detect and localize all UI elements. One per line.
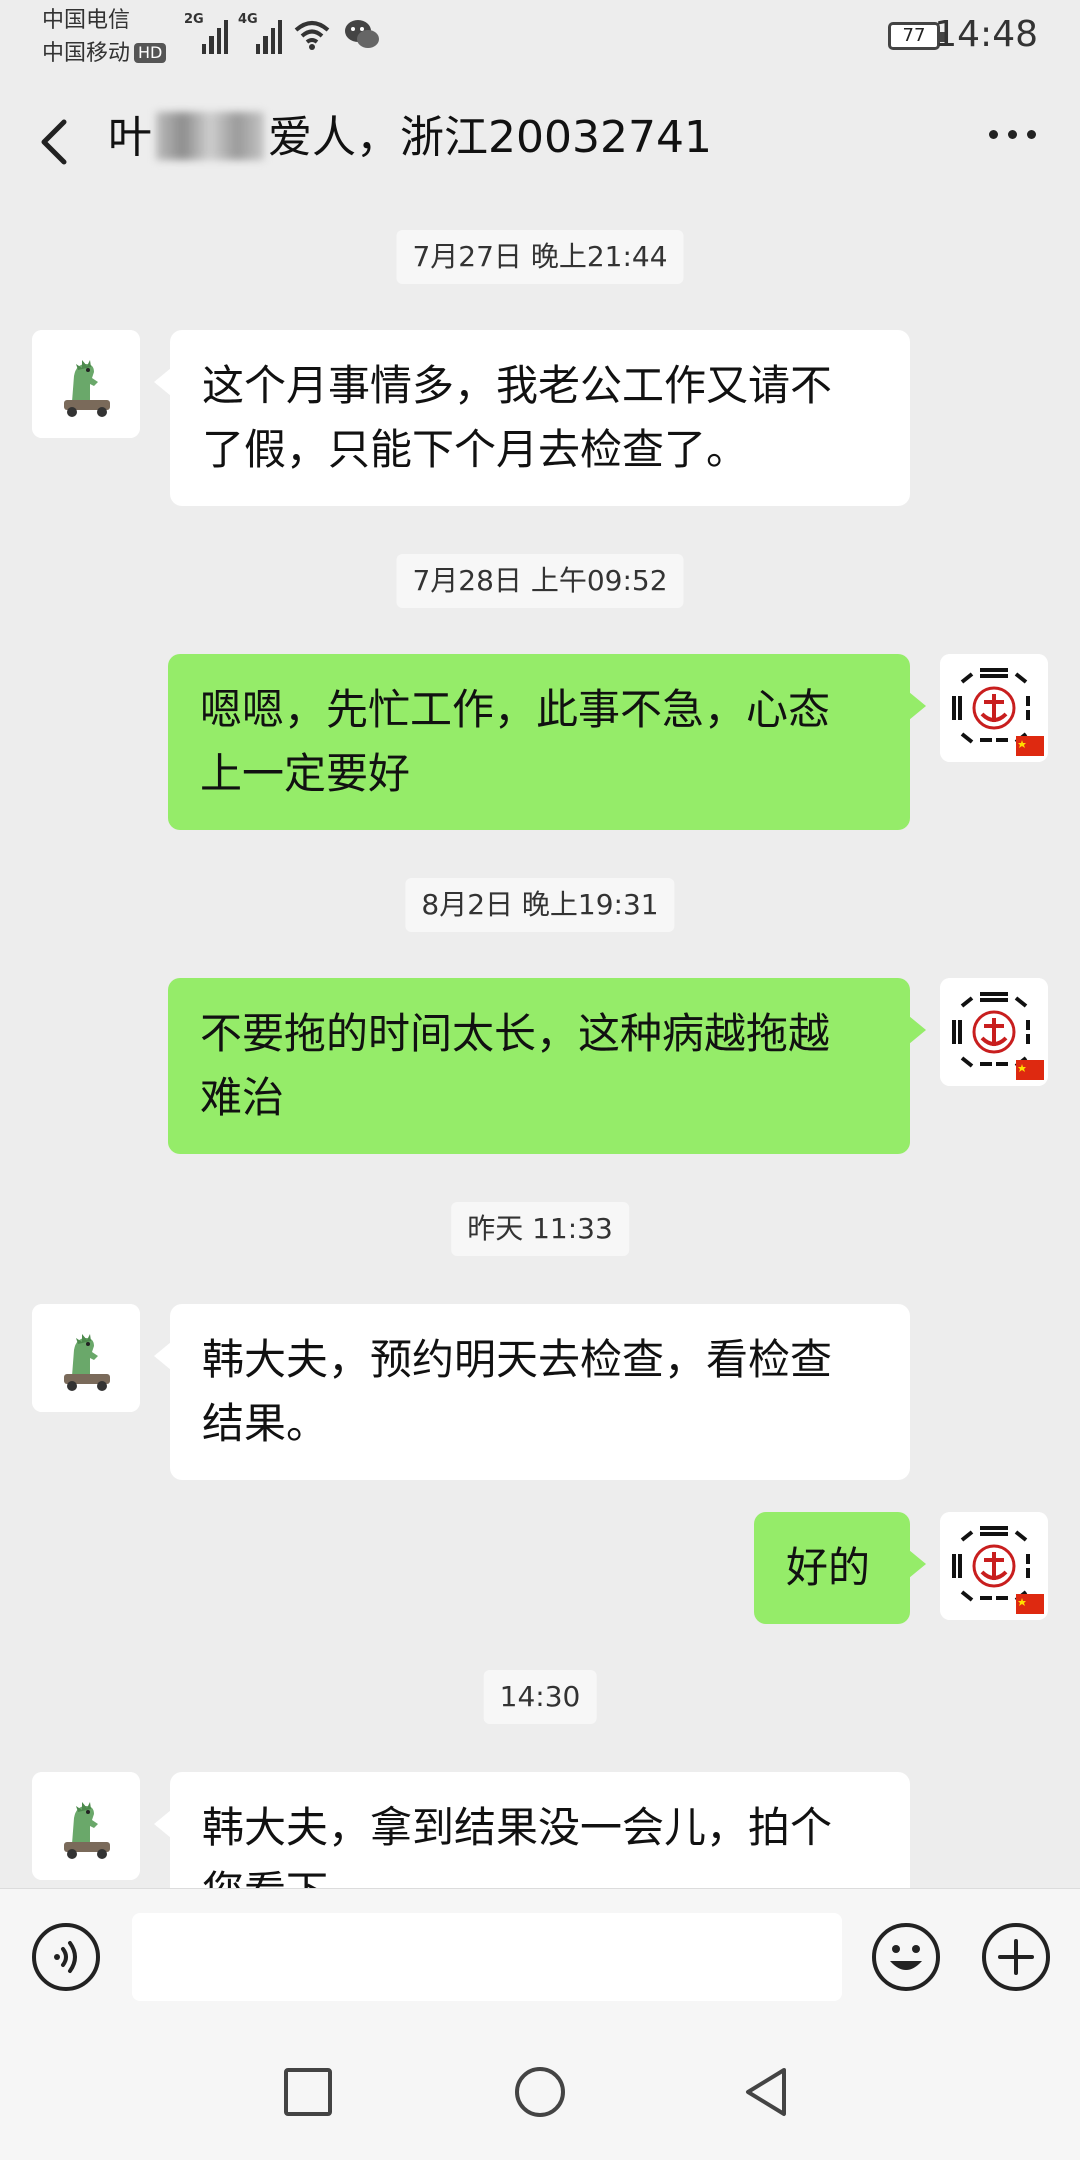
more-dot-icon — [1008, 130, 1017, 139]
plus-icon[interactable] — [980, 1921, 1052, 1993]
outgoing-message-bubble[interactable]: 好的 — [754, 1512, 926, 1624]
contact-avatar[interactable] — [32, 1772, 140, 1880]
battery-level: 77 — [902, 25, 926, 46]
dinosaur-avatar-icon — [32, 1772, 140, 1880]
more-dot-icon — [989, 130, 998, 139]
net-4g-label: 4G — [238, 12, 258, 27]
anchor-bagua-avatar-icon — [940, 654, 1048, 762]
message-line: 这个月事情多，我老公工作又请不 — [202, 361, 833, 410]
my-avatar[interactable] — [940, 978, 1048, 1086]
status-bar: 中国电信 中国移动 HD 2G 4G 77 14:48 — [0, 0, 1080, 80]
anchor-bagua-avatar-icon — [940, 1512, 1048, 1620]
chat-title: 叶 爱人，浙江20032741 — [108, 108, 712, 168]
battery-indicator: 77 — [888, 22, 945, 50]
dinosaur-avatar-icon — [32, 1304, 140, 1412]
dinosaur-avatar-icon — [32, 330, 140, 438]
signal-icons: 2G 4G — [184, 12, 382, 54]
back-arrow-icon[interactable] — [28, 112, 82, 172]
chat-header: 叶 爱人，浙江20032741 — [0, 80, 1080, 200]
more-options-button[interactable] — [989, 130, 1036, 139]
outgoing-message-bubble[interactable]: 不要拖的时间太长，这种病越拖越 难治 — [168, 978, 926, 1154]
message-line: 韩大夫，拿到结果没一会儿，拍个 — [202, 1803, 833, 1852]
message-line: 了假，只能下个月去检查了。 — [202, 425, 749, 474]
title-prefix: 叶 — [108, 112, 152, 163]
message-line: 嗯嗯，先忙工作，此事不急，心态 — [200, 685, 831, 734]
message-timestamp: 8月2日 晚上19:31 — [405, 878, 675, 932]
my-avatar[interactable] — [940, 1512, 1048, 1620]
net-2g-label: 2G — [184, 12, 204, 27]
wechat-notification-icon — [345, 20, 379, 48]
message-timestamp: 7月28日 上午09:52 — [396, 554, 684, 608]
message-timestamp: 昨天 11:33 — [451, 1202, 629, 1256]
message-timestamp: 7月27日 晚上21:44 — [396, 230, 684, 284]
message-timestamp: 14:30 — [483, 1670, 597, 1724]
carrier-info: 中国电信 中国移动 HD — [42, 4, 167, 70]
recent-apps-icon[interactable] — [274, 2058, 342, 2126]
signal-2g-icon: 2G — [184, 12, 228, 54]
contact-avatar[interactable] — [32, 330, 140, 438]
home-icon[interactable] — [506, 2058, 574, 2126]
incoming-message-bubble[interactable]: 韩大夫，预约明天去检查，看检查 结果。 — [154, 1304, 910, 1480]
emoji-icon[interactable] — [870, 1921, 942, 1993]
chat-input-bar — [0, 1888, 1080, 2024]
message-line: 难治 — [200, 1073, 285, 1122]
status-time: 14:48 — [934, 14, 1038, 55]
message-text-input[interactable] — [132, 1913, 842, 2001]
more-dot-icon — [1027, 130, 1036, 139]
message-line: 您看下 — [202, 1860, 878, 1888]
message-line: 结果。 — [202, 1399, 329, 1448]
message-line: 不要拖的时间太长，这种病越拖越 — [200, 1009, 831, 1058]
hd-badge: HD — [134, 43, 167, 63]
title-suffix: 爱人，浙江20032741 — [268, 112, 712, 163]
carrier-1-label: 中国电信 — [42, 8, 131, 33]
wifi-icon — [294, 21, 330, 50]
my-avatar[interactable] — [940, 654, 1048, 762]
system-navigation-bar — [0, 2024, 1080, 2160]
redacted-name-mask — [156, 112, 264, 160]
battery-icon: 77 — [888, 22, 945, 50]
anchor-bagua-avatar-icon — [940, 978, 1048, 1086]
incoming-message-bubble[interactable]: 韩大夫，拿到结果没一会儿，拍个 您看下 — [154, 1772, 910, 1888]
back-triangle-icon[interactable] — [734, 2058, 802, 2126]
message-line: 上一定要好 — [200, 749, 411, 798]
chat-message-list[interactable]: 7月27日 晚上21:44 这个月事情多，我老公工作又请不 了假，只能下个月去检… — [0, 200, 1080, 1888]
signal-4g-icon: 4G — [238, 12, 282, 54]
voice-icon[interactable] — [30, 1921, 102, 1993]
outgoing-message-bubble[interactable]: 嗯嗯，先忙工作，此事不急，心态 上一定要好 — [168, 654, 926, 830]
incoming-message-bubble[interactable]: 这个月事情多，我老公工作又请不 了假，只能下个月去检查了。 — [154, 330, 910, 506]
message-line: 好的 — [786, 1543, 871, 1592]
contact-avatar[interactable] — [32, 1304, 140, 1412]
message-line: 韩大夫，预约明天去检查，看检查 — [202, 1335, 833, 1384]
carrier-2-label: 中国移动 — [42, 41, 131, 66]
